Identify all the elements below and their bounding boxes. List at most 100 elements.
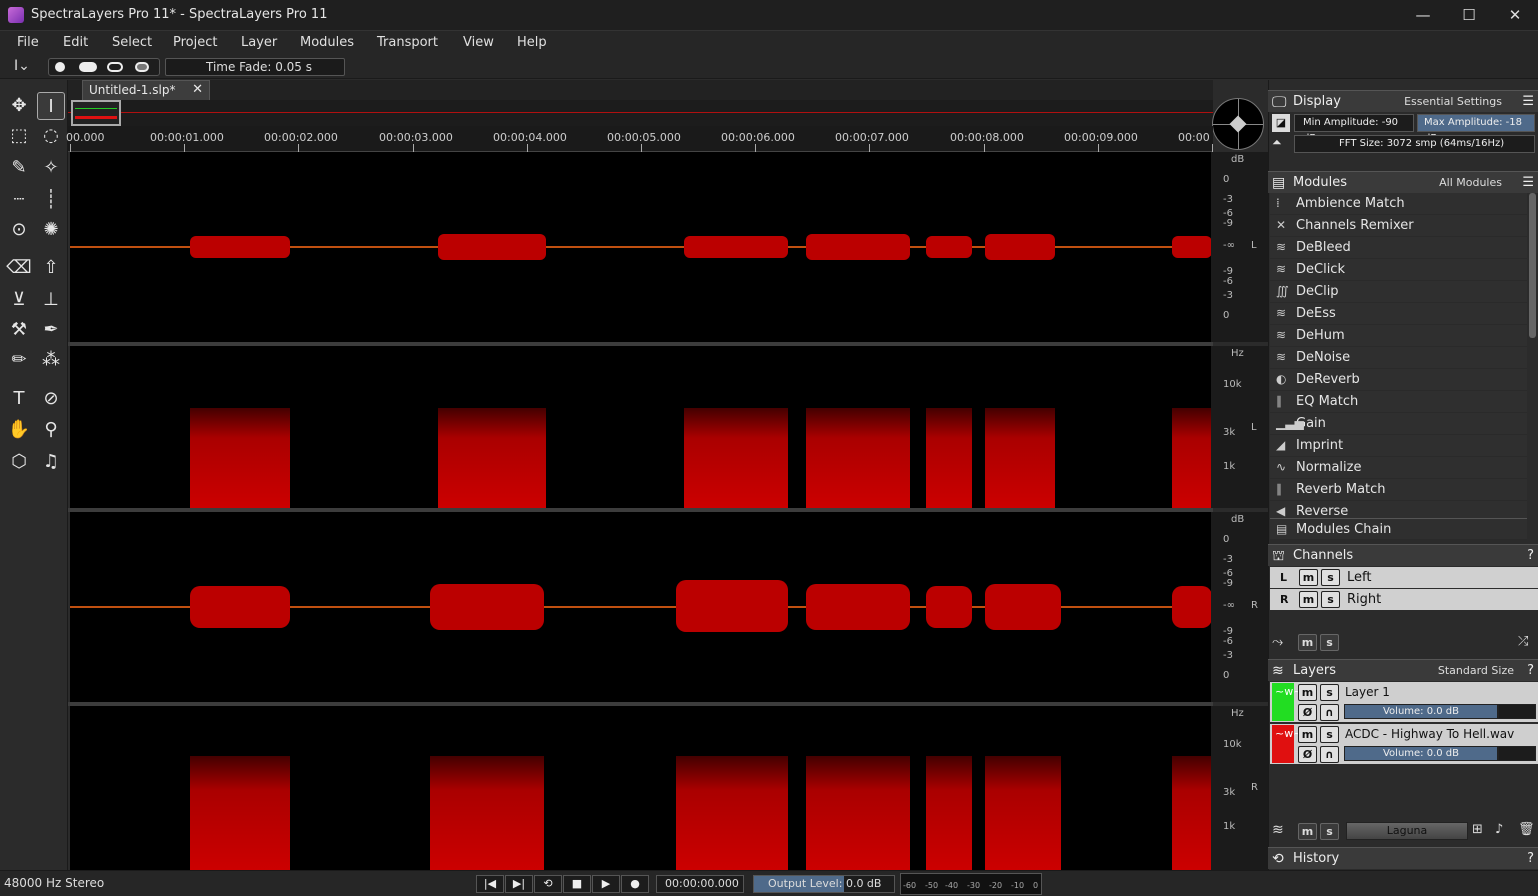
module-item[interactable]: ∿ Normalize — [1270, 457, 1527, 479]
modules-filter-dropdown[interactable]: All Modules — [1439, 172, 1502, 194]
loop-button[interactable]: ⟲ — [534, 875, 562, 893]
menu-file[interactable]: File — [17, 35, 39, 50]
list-menu-icon[interactable]: ☰ — [1522, 172, 1534, 194]
fft-size-slider[interactable]: FFT Size: 3072 smp (64ms/16Hz) — [1294, 135, 1535, 153]
3d-view-icon[interactable]: ⬡ — [5, 448, 33, 476]
help-icon[interactable]: ? — [1527, 545, 1534, 567]
tab-close-icon[interactable]: ✕ — [192, 81, 203, 99]
phase-invert-icon[interactable]: Ø — [1298, 704, 1317, 721]
mute-button[interactable]: m — [1299, 569, 1318, 586]
rectangle-select-icon[interactable]: ⬚ — [5, 122, 33, 150]
eraser-icon[interactable]: ⌫ — [5, 254, 33, 282]
time-position-field[interactable]: 00:00:00.000 — [656, 875, 744, 893]
list-menu-icon[interactable]: ☰ — [1522, 91, 1534, 113]
heal-tool-icon[interactable]: ⚒ — [5, 316, 33, 344]
magic-wand-icon[interactable]: ✧ — [37, 154, 65, 182]
spot-select-icon[interactable]: ✺ — [37, 216, 65, 244]
module-item[interactable]: ◐ DeReverb — [1270, 369, 1527, 391]
mode-add-icon[interactable] — [79, 62, 97, 72]
menu-view[interactable]: View — [463, 35, 494, 50]
spectrogram-left-pane[interactable] — [70, 346, 1211, 508]
solo-button[interactable]: s — [1321, 569, 1340, 586]
time-fade-field[interactable]: Time Fade: 0.05 s — [165, 58, 345, 76]
skip-start-button[interactable]: |◀ — [476, 875, 504, 893]
module-item[interactable]: ≋ DeEss — [1270, 303, 1527, 325]
modules-scrollbar[interactable] — [1529, 193, 1536, 338]
menu-transport[interactable]: Transport — [377, 35, 438, 50]
pencil-tool-icon[interactable]: ✏ — [5, 346, 33, 374]
eyedropper-icon[interactable]: ⊘ — [37, 385, 65, 413]
trash-icon[interactable]: 🗑 — [1518, 822, 1535, 837]
history-panel-header[interactable]: ⟲ History ? — [1268, 847, 1538, 869]
pen-tool-icon[interactable]: ✒ — [37, 316, 65, 344]
spectrogram-right-pane[interactable] — [70, 706, 1211, 870]
move-tool-icon[interactable]: ✥ — [5, 92, 33, 120]
envelope-icon[interactable]: ∩ — [1320, 704, 1339, 721]
time-select-tool-icon[interactable]: I⌄ — [14, 58, 30, 74]
new-layer-icon[interactable]: ⊞ — [1472, 822, 1483, 837]
channel-row-right[interactable]: R m s Right — [1270, 589, 1538, 610]
display-panel-header[interactable]: 🖵 Display Essential Settings ☰ — [1268, 90, 1538, 112]
amplify-tool-icon[interactable]: ⇧ — [37, 254, 65, 282]
layer-mute-button[interactable]: m — [1298, 726, 1317, 743]
overview-strip[interactable] — [68, 100, 1213, 126]
channels-mute-button[interactable]: m — [1298, 634, 1317, 651]
module-item[interactable]: ⁞ Ambience Match — [1270, 193, 1527, 215]
blend-mode-dropdown[interactable]: Laguna — [1346, 822, 1468, 840]
spray-tool-icon[interactable]: ⁂ — [37, 346, 65, 374]
layers-size-dropdown[interactable]: Standard Size — [1438, 660, 1514, 682]
channel-row-left[interactable]: L m s Left — [1270, 567, 1538, 588]
menu-modules[interactable]: Modules — [300, 35, 354, 50]
minimize-button[interactable]: — — [1400, 0, 1446, 31]
module-item[interactable]: ∭ DeClip — [1270, 281, 1527, 303]
layer-mute-button[interactable]: m — [1298, 684, 1317, 701]
module-item[interactable]: ≋ DeNoise — [1270, 347, 1527, 369]
record-button[interactable]: ● — [621, 875, 649, 893]
channels-solo-button[interactable]: s — [1320, 634, 1339, 651]
layer-volume-slider[interactable]: Volume: 0.0 dB — [1344, 704, 1498, 719]
solo-button[interactable]: s — [1321, 591, 1340, 608]
hand-tool-icon[interactable]: ✋ — [5, 416, 33, 444]
maximize-button[interactable]: ☐ — [1446, 0, 1492, 31]
navigation-compass-icon[interactable] — [1212, 98, 1264, 150]
layers-mute-button[interactable]: m — [1298, 823, 1317, 840]
layer-solo-button[interactable]: s — [1320, 684, 1339, 701]
layer-solo-button[interactable]: s — [1320, 726, 1339, 743]
modules-chain-item[interactable]: ▤ Modules Chain — [1270, 518, 1527, 540]
menu-project[interactable]: Project — [173, 35, 217, 50]
text-tool-icon[interactable]: T — [5, 385, 33, 413]
layer-row[interactable]: ~w~ m s ACDC - Highway To Hell.wav Ø ∩ V… — [1270, 724, 1538, 764]
brush-select-icon[interactable]: ✎ — [5, 154, 33, 182]
mute-button[interactable]: m — [1299, 591, 1318, 608]
layers-panel-header[interactable]: ≋ Layers Standard Size ? — [1268, 659, 1538, 681]
speaker-tool-icon[interactable]: ♫ — [37, 448, 65, 476]
zoom-tool-icon[interactable]: ⚲ — [37, 416, 65, 444]
module-item[interactable]: ✕ Channels Remixer — [1270, 215, 1527, 237]
stop-button[interactable]: ■ — [563, 875, 591, 893]
help-icon[interactable]: ? — [1527, 848, 1534, 870]
mode-intersect-icon[interactable] — [135, 62, 149, 72]
module-item[interactable]: ≋ DeClick — [1270, 259, 1527, 281]
waveform-left-pane[interactable] — [70, 152, 1211, 342]
output-level-slider[interactable]: Output Level: 0.0 dB — [753, 875, 895, 893]
channel-route-icon[interactable]: ⤳ — [1272, 634, 1283, 650]
max-amplitude-slider[interactable]: Max Amplitude: -18 dB — [1417, 114, 1535, 144]
play-button[interactable]: ▶ — [592, 875, 620, 893]
module-item[interactable]: ◢ Imprint — [1270, 435, 1527, 457]
harmonics-select-icon[interactable]: ⊙ — [5, 216, 33, 244]
module-item[interactable]: ∥ Reverb Match — [1270, 479, 1527, 501]
menu-layer[interactable]: Layer — [241, 35, 277, 50]
module-item[interactable]: ▁▃▅ Gain — [1270, 413, 1527, 435]
mode-subtract-icon[interactable] — [107, 62, 123, 72]
module-item[interactable]: ≋ DeHum — [1270, 325, 1527, 347]
min-amplitude-slider[interactable]: Min Amplitude: -90 dB — [1294, 114, 1414, 144]
mode-replace-icon[interactable] — [55, 62, 65, 72]
envelope-icon[interactable]: ∩ — [1320, 746, 1339, 763]
modules-panel-header[interactable]: ▤ Modules All Modules ☰ — [1268, 171, 1538, 193]
frequency-select-icon[interactable]: ┈ — [5, 186, 33, 214]
close-button[interactable]: ✕ — [1492, 0, 1538, 31]
time-ruler[interactable]: 00.000 00:00:01.000 00:00:02.000 00:00:0… — [66, 126, 1213, 152]
menu-help[interactable]: Help — [517, 35, 547, 50]
clone-tool-icon[interactable]: ⊻ — [5, 286, 33, 314]
display-preset-dropdown[interactable]: Essential Settings — [1404, 91, 1502, 113]
